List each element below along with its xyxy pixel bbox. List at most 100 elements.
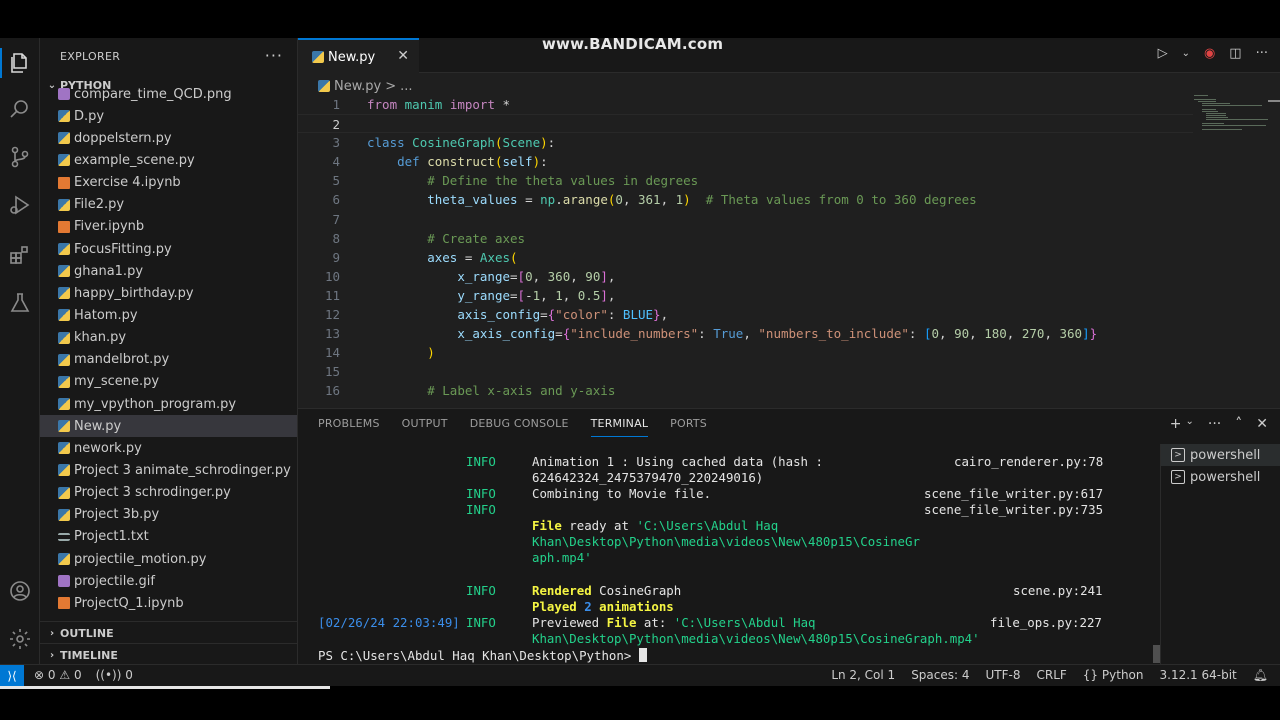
explorer-icon[interactable] bbox=[0, 48, 35, 78]
breadcrumb-separator: > bbox=[385, 78, 397, 94]
python-file-icon bbox=[58, 398, 70, 411]
cursor-position[interactable]: Ln 2, Col 1 bbox=[831, 668, 895, 682]
end-of-line[interactable]: CRLF bbox=[1036, 668, 1066, 682]
minimap[interactable] bbox=[1192, 95, 1270, 445]
problems-indicator[interactable]: ⊗ 0 ⚠ 0 bbox=[34, 668, 82, 682]
indentation[interactable]: Spaces: 4 bbox=[911, 668, 969, 682]
account-icon[interactable] bbox=[5, 576, 35, 606]
python-file-icon bbox=[58, 132, 70, 145]
tab-ports[interactable]: PORTS bbox=[670, 417, 707, 437]
file-item[interactable]: ghana1.py bbox=[40, 260, 297, 282]
file-item[interactable]: Hatom.py bbox=[40, 304, 297, 326]
close-tab-icon[interactable]: ✕ bbox=[397, 48, 409, 64]
file-item[interactable]: mandelbrot.py bbox=[40, 349, 297, 371]
file-item[interactable]: FocusFitting.py bbox=[40, 238, 297, 260]
file-item[interactable]: projectile_motion.py bbox=[40, 548, 297, 570]
log-path: Khan\Desktop\Python\media\videos\New\480… bbox=[532, 631, 980, 646]
file-item[interactable]: example_scene.py bbox=[40, 149, 297, 171]
outline-section[interactable]: › OUTLINE bbox=[40, 621, 297, 644]
python-file-icon bbox=[58, 420, 70, 433]
file-item[interactable]: khan.py bbox=[40, 327, 297, 349]
file-item-label: New.py bbox=[74, 418, 122, 434]
file-item[interactable]: nework.py bbox=[40, 437, 297, 459]
record-icon[interactable]: ◉ bbox=[1204, 46, 1215, 61]
tab-new-py[interactable]: New.py ✕ bbox=[298, 38, 419, 74]
line-number: 11 bbox=[324, 287, 340, 303]
run-python-file-icon[interactable]: ▷ bbox=[1158, 46, 1168, 61]
ports-indicator[interactable]: ((•)) 0 bbox=[96, 668, 133, 682]
python-file-icon bbox=[58, 553, 70, 566]
breadcrumb-symbols[interactable]: ... bbox=[400, 79, 412, 94]
line-number: 9 bbox=[332, 249, 340, 265]
code-line: axis_config={"color": BLUE}, bbox=[457, 307, 669, 323]
file-item[interactable]: ProjectQ_1.ipynb bbox=[40, 592, 297, 611]
line-number: 14 bbox=[324, 345, 340, 361]
chevron-right-icon: › bbox=[49, 627, 55, 639]
breadcrumb-file[interactable]: New.py bbox=[334, 79, 381, 94]
settings-gear-icon[interactable] bbox=[5, 624, 35, 654]
file-item-label: Hatom.py bbox=[74, 307, 138, 323]
file-item-label: projectile_motion.py bbox=[74, 551, 207, 567]
explorer-more-actions-icon[interactable]: ··· bbox=[265, 46, 283, 65]
file-item[interactable]: Exercise 4.ipynb bbox=[40, 172, 297, 194]
panel-more-icon[interactable]: ··· bbox=[1208, 416, 1221, 432]
new-terminal-plus-icon[interactable]: + bbox=[1170, 416, 1182, 432]
notifications-bell-icon[interactable]: 🔔︎ bbox=[1253, 668, 1268, 682]
timeline-section[interactable]: › TIMELINE bbox=[40, 643, 297, 664]
run-debug-icon[interactable] bbox=[5, 190, 35, 220]
file-item[interactable]: projectile.gif bbox=[40, 570, 297, 592]
source-control-icon[interactable] bbox=[5, 142, 35, 172]
file-item[interactable]: Project 3 schrodinger.py bbox=[40, 482, 297, 504]
file-item[interactable]: Project1.txt bbox=[40, 526, 297, 548]
language-mode[interactable]: {} Python bbox=[1083, 668, 1144, 682]
log-message: Previewed File at: 'C:\Users\Abdul Haq bbox=[532, 615, 816, 630]
tab-terminal[interactable]: TERMINAL bbox=[590, 417, 649, 437]
code-editor[interactable]: 1 from manim import * 2 3 class CosineGrap… bbox=[298, 95, 1193, 445]
python-file-icon bbox=[58, 331, 70, 344]
file-item[interactable]: Fiver.ipynb bbox=[40, 216, 297, 238]
terminal-dropdown-chevron-icon[interactable]: ⌄ bbox=[1186, 416, 1194, 432]
tab-output[interactable]: OUTPUT bbox=[402, 417, 448, 437]
run-dropdown-chevron-icon[interactable]: ⌄ bbox=[1182, 48, 1190, 59]
line-number: 5 bbox=[332, 173, 340, 189]
file-item[interactable]: my_vpython_program.py bbox=[40, 393, 297, 415]
image-file-icon bbox=[58, 575, 70, 588]
terminal-item-powershell[interactable]: > powershell bbox=[1161, 466, 1280, 488]
split-editor-icon[interactable]: ◫ bbox=[1229, 46, 1241, 61]
testing-flask-icon[interactable] bbox=[5, 288, 35, 318]
status-left: ⊗ 0 ⚠ 0 ((•)) 0 bbox=[34, 668, 133, 682]
file-item[interactable]: D.py bbox=[40, 105, 297, 127]
tab-problems[interactable]: PROBLEMS bbox=[318, 417, 380, 437]
broadcast-icon: ((•)) bbox=[95, 668, 122, 682]
line-number: 12 bbox=[324, 307, 340, 323]
code-line: def construct(self): bbox=[397, 154, 548, 170]
file-item[interactable]: happy_birthday.py bbox=[40, 282, 297, 304]
maximize-panel-chevron-up-icon[interactable]: ˄ bbox=[1235, 416, 1242, 432]
file-item[interactable]: File2.py bbox=[40, 194, 297, 216]
file-item-label: ProjectQ_1.ipynb bbox=[74, 595, 184, 611]
terminal-prompt[interactable]: PS C:\Users\Abdul Haq Khan\Desktop\Pytho… bbox=[318, 648, 647, 664]
close-panel-icon[interactable]: ✕ bbox=[1256, 416, 1268, 432]
file-item[interactable]: New.py bbox=[40, 415, 297, 438]
file-item[interactable]: my_scene.py bbox=[40, 371, 297, 393]
video-top-letterbox bbox=[0, 0, 1280, 38]
remote-connection-icon[interactable]: ⟩⟨ bbox=[0, 665, 24, 687]
log-message: 624642324_2475379470_220249016) bbox=[532, 470, 764, 485]
search-icon[interactable] bbox=[5, 94, 35, 124]
python-file-icon bbox=[318, 80, 330, 92]
terminal-output[interactable]: INFO Animation 1 : Using cached data (ha… bbox=[318, 454, 1158, 666]
file-item[interactable]: Project 3b.py bbox=[40, 504, 297, 526]
editor-scrollbar[interactable] bbox=[1268, 100, 1280, 102]
file-item-label: File2.py bbox=[74, 197, 125, 213]
more-actions-icon[interactable]: ··· bbox=[1256, 46, 1268, 61]
encoding[interactable]: UTF-8 bbox=[986, 668, 1021, 682]
file-item[interactable]: Project 3 animate_schrodinger.py bbox=[40, 459, 297, 481]
extensions-icon[interactable] bbox=[5, 240, 35, 270]
file-item[interactable]: doppelstern.py bbox=[40, 127, 297, 149]
explorer-title: EXPLORER bbox=[60, 49, 121, 63]
log-message: Played 2 animations bbox=[532, 599, 674, 614]
python-interpreter[interactable]: 3.12.1 64-bit bbox=[1160, 668, 1237, 682]
file-item[interactable]: compare_time_QCD.png bbox=[40, 83, 297, 105]
tab-debug-console[interactable]: DEBUG CONSOLE bbox=[470, 417, 569, 437]
terminal-item-powershell[interactable]: > powershell bbox=[1161, 444, 1280, 466]
